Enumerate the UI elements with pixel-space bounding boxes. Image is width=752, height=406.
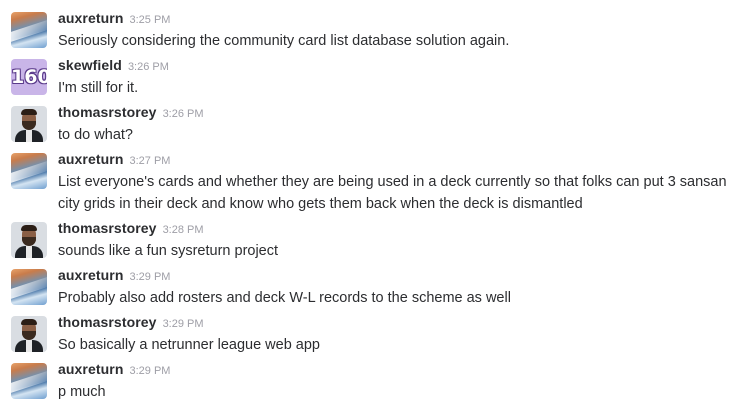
timestamp[interactable]: 3:29 PM [129, 271, 170, 283]
timestamp[interactable]: 3:28 PM [163, 224, 204, 236]
avatar-shirt [26, 340, 32, 352]
message-text: sounds like a fun sysreturn project [58, 243, 279, 259]
avatar[interactable] [11, 222, 47, 258]
avatar-shirt [26, 130, 32, 142]
username[interactable]: auxreturn [58, 10, 123, 26]
message-text: Seriously considering the community card… [58, 33, 510, 49]
timestamp[interactable]: 3:25 PM [129, 14, 170, 26]
avatar-logo: 160 [11, 66, 47, 88]
avatar[interactable] [11, 12, 47, 48]
avatar[interactable] [11, 153, 47, 189]
username[interactable]: thomasrstorey [58, 220, 157, 236]
message-list: auxreturn 3:25 PM Seriously considering t… [0, 0, 752, 406]
message-header: auxreturn 3:29 PM [58, 361, 170, 381]
avatar-hair [21, 109, 37, 115]
timestamp[interactable]: 3:27 PM [129, 155, 170, 167]
timestamp[interactable]: 3:26 PM [163, 108, 204, 120]
message-text: So basically a netrunner league web app [58, 337, 320, 353]
avatar-hair [21, 225, 37, 231]
avatar[interactable] [11, 363, 47, 399]
message-header: thomasrstorey 3:26 PM [58, 104, 204, 124]
username[interactable]: thomasrstorey [58, 104, 157, 120]
message-header: thomasrstorey 3:28 PM [58, 220, 204, 240]
avatar-beard [22, 331, 36, 340]
timestamp[interactable]: 3:29 PM [163, 318, 204, 330]
avatar[interactable] [11, 106, 47, 142]
username[interactable]: auxreturn [58, 361, 123, 377]
timestamp[interactable]: 3:26 PM [128, 61, 169, 73]
username[interactable]: auxreturn [58, 267, 123, 283]
avatar-beard [22, 237, 36, 246]
message-text: p much [58, 384, 106, 400]
message-header: thomasrstorey 3:29 PM [58, 314, 204, 334]
message-header: auxreturn 3:27 PM [58, 151, 170, 171]
avatar-hair [21, 319, 37, 325]
username[interactable]: auxreturn [58, 151, 123, 167]
avatar-beard [22, 121, 36, 130]
message-text: Probably also add rosters and deck W-L r… [58, 290, 511, 306]
avatar-shirt [26, 246, 32, 258]
timestamp[interactable]: 3:29 PM [129, 365, 170, 377]
username[interactable]: thomasrstorey [58, 314, 157, 330]
message-text: I'm still for it. [58, 80, 139, 96]
avatar[interactable] [11, 316, 47, 352]
username[interactable]: skewfield [58, 57, 122, 73]
message-header: auxreturn 3:25 PM [58, 10, 170, 30]
avatar[interactable]: 160 [11, 59, 47, 95]
message-text: to do what? [58, 127, 133, 143]
avatar[interactable] [11, 269, 47, 305]
message-text: List everyone's cards and whether they a… [58, 174, 727, 212]
message-header: skewfield 3:26 PM [58, 57, 169, 77]
message-header: auxreturn 3:29 PM [58, 267, 170, 287]
